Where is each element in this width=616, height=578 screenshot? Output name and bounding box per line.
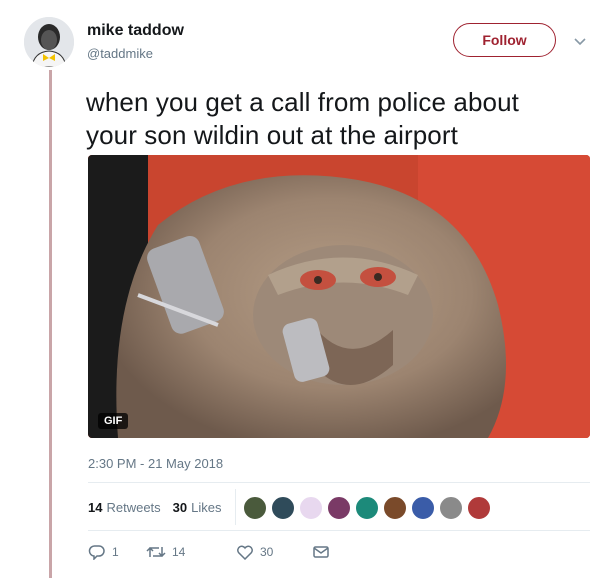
retweet-button[interactable]: 14 bbox=[146, 544, 236, 560]
liker-avatar[interactable] bbox=[243, 496, 267, 520]
gif-image bbox=[88, 155, 590, 438]
liker-avatar[interactable] bbox=[299, 496, 323, 520]
like-count: 30 bbox=[260, 545, 274, 559]
divider bbox=[88, 530, 590, 531]
tweet-text-line-1: when you get a call from police about bbox=[86, 87, 519, 117]
tweet-actions: 1 14 30 bbox=[88, 544, 336, 560]
retweet-icon bbox=[146, 546, 166, 558]
liker-avatar[interactable] bbox=[271, 496, 295, 520]
retweets-stat[interactable]: 14 Retweets bbox=[88, 500, 161, 515]
author-name[interactable]: mike taddow bbox=[87, 22, 184, 40]
follow-button[interactable]: Follow bbox=[453, 23, 556, 57]
tweet-timestamp[interactable]: 2:30 PM - 21 May 2018 bbox=[88, 456, 223, 471]
likes-count: 30 bbox=[172, 500, 188, 515]
tweet-text: when you get a call from police about yo… bbox=[86, 86, 596, 152]
liker-avatar[interactable] bbox=[411, 496, 435, 520]
retweets-count: 14 bbox=[88, 500, 103, 515]
likes-stat[interactable]: 30 Likes bbox=[173, 500, 222, 515]
reply-count: 1 bbox=[112, 545, 119, 559]
liker-avatar[interactable] bbox=[355, 496, 379, 520]
liker-avatars bbox=[243, 496, 495, 520]
divider bbox=[88, 482, 590, 483]
tweet-text-line-2: your son wildin out at the airport bbox=[86, 120, 458, 150]
like-button[interactable]: 30 bbox=[236, 544, 312, 560]
liker-avatar[interactable] bbox=[383, 496, 407, 520]
tweet-media-gif[interactable]: GIF bbox=[88, 155, 590, 438]
stats-divider bbox=[235, 489, 236, 525]
likes-label: Likes bbox=[191, 500, 222, 515]
liker-avatar[interactable] bbox=[467, 496, 491, 520]
direct-message-button[interactable] bbox=[312, 544, 336, 560]
message-icon bbox=[313, 546, 329, 558]
thread-line bbox=[49, 70, 52, 578]
caret-down-icon[interactable] bbox=[572, 33, 588, 49]
retweet-count: 14 bbox=[172, 545, 186, 559]
tweet-stats: 14 Retweets 30 Likes bbox=[88, 500, 234, 515]
reply-icon bbox=[88, 545, 105, 560]
author-avatar[interactable] bbox=[24, 17, 74, 67]
gif-badge: GIF bbox=[98, 413, 129, 429]
author-handle[interactable]: @taddmike bbox=[87, 46, 153, 61]
heart-icon bbox=[237, 545, 253, 560]
retweets-label: Retweets bbox=[106, 500, 161, 515]
liker-avatar[interactable] bbox=[327, 496, 351, 520]
reply-button[interactable]: 1 bbox=[88, 544, 146, 560]
liker-avatar[interactable] bbox=[439, 496, 463, 520]
